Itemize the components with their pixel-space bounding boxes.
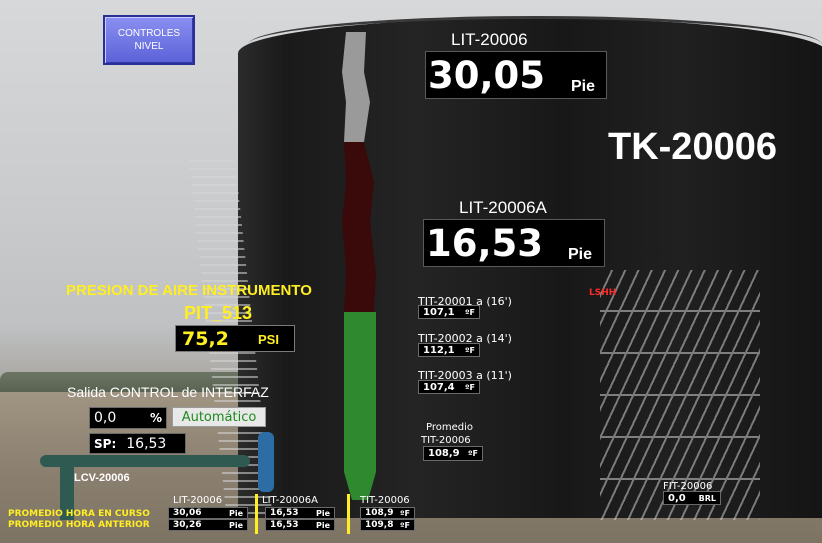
lshh-alarm-label: LSHH [589, 288, 617, 298]
setpoint-label: SP: [94, 436, 117, 451]
tit-20001-unit: ºF [465, 307, 475, 317]
lit-20006a-value: 16,53 [426, 222, 544, 265]
footer-current-hour-label: PROMEDIO HORA EN CURSO [8, 509, 150, 519]
lit-20006-tag: LIT-20006 [451, 30, 528, 49]
footer-lit-20006-previous: 30,26 Pie [168, 519, 248, 531]
setpoint-value: 16,53 [126, 435, 167, 452]
temp-average-value: 108,9 [428, 448, 460, 459]
footer-tit-20006-previous-unit: ºF [400, 520, 410, 530]
temp-average-display: 108,9 ºF [423, 446, 483, 461]
footer-lit-20006a-previous-value: 16,53 [270, 520, 299, 530]
tit-20003-display: 107,4 ºF [418, 380, 480, 394]
lcv-20006-tag: LCV-20006 [74, 472, 130, 484]
air-pressure-title: PRESION DE AIRE INSTRUMENTO [66, 282, 312, 299]
lit-20006a-tag: LIT-20006A [459, 198, 547, 217]
footer-tit-20006-previous: 109,8 ºF [360, 519, 415, 531]
tank-level-gauge-svg [342, 32, 376, 500]
tit-20002-display: 112,1 ºF [418, 343, 480, 357]
interface-control-title: Salida CONTROL de INTERFAZ [67, 384, 269, 400]
footer-lit-20006-current-unit: Pie [228, 508, 243, 518]
footer-tit-20006-current-value: 108,9 [365, 508, 394, 518]
tit-20002-unit: ºF [465, 345, 475, 355]
pit-513-unit: PSI [258, 332, 279, 347]
footer-lit-20006a-current: 16,53 Pie [265, 507, 335, 519]
interface-output-unit: % [149, 411, 162, 425]
footer-tit-20006-tag: TIT-20006 [360, 495, 410, 506]
footer-lit-20006a-current-value: 16,53 [270, 508, 299, 518]
footer-separator-2 [347, 494, 350, 534]
footer-previous-hour-label: PROMEDIO HORA ANTERIOR [8, 520, 150, 530]
blue-vessel [258, 432, 274, 492]
interface-output-value: 0,0 [94, 410, 117, 426]
tit-20001-value: 107,1 [423, 306, 455, 318]
tit-20001-display: 107,1 ºF [418, 305, 480, 319]
footer-lit-20006-current: 30,06 Pie [168, 507, 248, 519]
lit-20006a-unit: Pie [568, 246, 593, 263]
gauge-upper-section [342, 142, 376, 312]
footer-lit-20006-previous-value: 30,26 [173, 520, 202, 530]
setpoint-display[interactable]: SP: 16,53 [89, 433, 186, 454]
tit-20002-value: 112,1 [423, 344, 455, 356]
lit-20006-unit: Pie [571, 78, 596, 95]
tit-20003-value: 107,4 [423, 381, 455, 393]
interface-output-display: 0,0 % [89, 407, 167, 429]
footer-tit-20006-current-unit: ºF [400, 508, 410, 518]
fit-20006-display: 0,0 BRL [663, 491, 721, 505]
footer-lit-20006a-previous: 16,53 Pie [265, 519, 335, 531]
footer-tit-20006-previous-value: 109,8 [365, 520, 394, 530]
pit-513-tag: PIT_513 [184, 303, 253, 323]
footer-lit-20006-current-value: 30,06 [173, 508, 202, 518]
lit-20006a-display: 16,53 Pie [423, 219, 605, 267]
pit-513-value: 75,2 [182, 328, 229, 350]
tit-20003-unit: ºF [465, 382, 475, 392]
footer-lit-20006a-tag: LIT-20006A [262, 495, 318, 506]
lit-20006-display: 30,05 Pie [425, 51, 607, 99]
tank-title: TK-20006 [608, 126, 777, 168]
temp-average-label: Promedio [426, 422, 474, 433]
footer-lit-20006-previous-unit: Pie [228, 520, 243, 530]
temp-average-tag: TIT-20006 [421, 435, 471, 446]
footer-separator-1 [255, 494, 258, 534]
footer-lit-20006a-previous-unit: Pie [315, 520, 330, 530]
fit-20006-value: 0,0 [668, 492, 686, 504]
gauge-empty-section [342, 32, 370, 142]
controles-nivel-label-2: NIVEL [134, 41, 164, 52]
controles-nivel-button[interactable]: CONTROLES NIVEL [103, 15, 195, 65]
fit-20006-unit: BRL [698, 493, 716, 503]
controles-nivel-label-1: CONTROLES [117, 28, 181, 39]
footer-lit-20006-tag: LIT-20006 [173, 495, 223, 506]
temp-average-unit: ºF [468, 449, 478, 458]
pit-513-display: 75,2 PSI [175, 325, 295, 352]
footer-tit-20006-current: 108,9 ºF [360, 507, 415, 519]
mode-automatic-button[interactable]: Automático [172, 407, 266, 427]
gauge-liquid-level [344, 312, 376, 500]
tank-level-gauge [340, 32, 380, 502]
footer-lit-20006a-current-unit: Pie [315, 508, 330, 518]
lit-20006-value: 30,05 [428, 54, 546, 97]
